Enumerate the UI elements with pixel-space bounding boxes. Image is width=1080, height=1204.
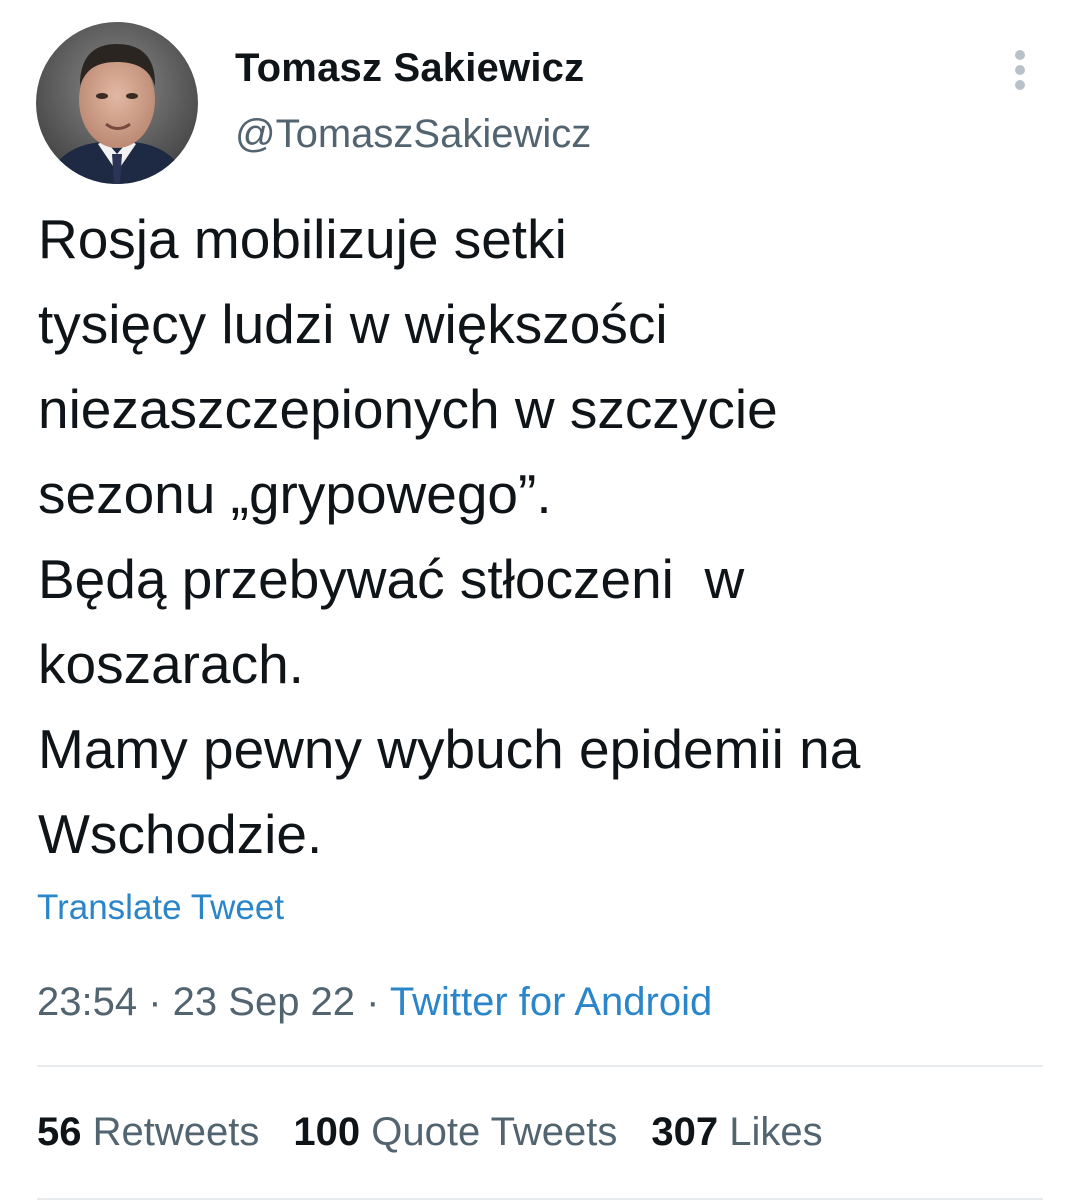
divider xyxy=(37,1065,1043,1067)
tweet-text-line: Mamy pewny wybuch epidemii na xyxy=(38,718,861,780)
quote-tweets-label: Quote Tweets xyxy=(371,1110,618,1154)
retweets-stat[interactable]: 56 Retweets xyxy=(37,1110,259,1155)
avatar-photo xyxy=(36,22,198,184)
more-dot xyxy=(1015,50,1025,60)
tweet-source-link[interactable]: Twitter for Android xyxy=(390,980,712,1024)
tweet-text-line: Rosja mobilizuje setki xyxy=(38,208,567,270)
more-dot xyxy=(1015,80,1025,90)
retweets-label: Retweets xyxy=(92,1110,260,1154)
author-handle: @TomaszSakiewicz xyxy=(235,112,592,156)
tweet-date[interactable]: 23 Sep 22 xyxy=(173,980,355,1024)
likes-stat[interactable]: 307 Likes xyxy=(651,1110,822,1155)
more-dot xyxy=(1015,65,1025,75)
tweet-text-line: Będą przebywać stłoczeni w xyxy=(38,548,745,610)
more-vertical-icon[interactable] xyxy=(1000,46,1040,94)
likes-label: Likes xyxy=(729,1110,823,1154)
likes-count: 307 xyxy=(651,1110,719,1154)
quote-tweets-count: 100 xyxy=(293,1110,361,1154)
translate-tweet-link[interactable]: Translate Tweet xyxy=(37,888,284,928)
tweet-text-line: Wschodzie. xyxy=(38,803,323,865)
tweet-detail: Tomasz Sakiewicz @TomaszSakiewicz Rosja … xyxy=(0,0,1080,1204)
tweet-text: Rosja mobilizuje setki tysięcy ludzi w w… xyxy=(38,197,1048,877)
tweet-text-line: tysięcy ludzi w większości xyxy=(38,293,668,355)
avatar[interactable] xyxy=(36,22,198,184)
author-display-name[interactable]: Tomasz Sakiewicz xyxy=(235,46,584,91)
meta-separator: · xyxy=(355,980,390,1024)
tweet-meta: 23:54 · 23 Sep 22 · Twitter for Android xyxy=(37,980,712,1025)
tweet-text-line: niezaszczepionych w szczycie xyxy=(38,378,778,440)
divider xyxy=(37,1198,1043,1200)
engagement-stats: 56 Retweets 100 Quote Tweets 307 Likes xyxy=(37,1110,857,1155)
tweet-text-line: koszarach. xyxy=(38,633,304,695)
quote-tweets-stat[interactable]: 100 Quote Tweets xyxy=(293,1110,617,1155)
tweet-text-line: sezonu „grypowego”. xyxy=(38,463,552,525)
meta-separator: · xyxy=(137,980,173,1024)
retweets-count: 56 xyxy=(37,1110,82,1154)
tweet-time[interactable]: 23:54 xyxy=(37,980,137,1024)
